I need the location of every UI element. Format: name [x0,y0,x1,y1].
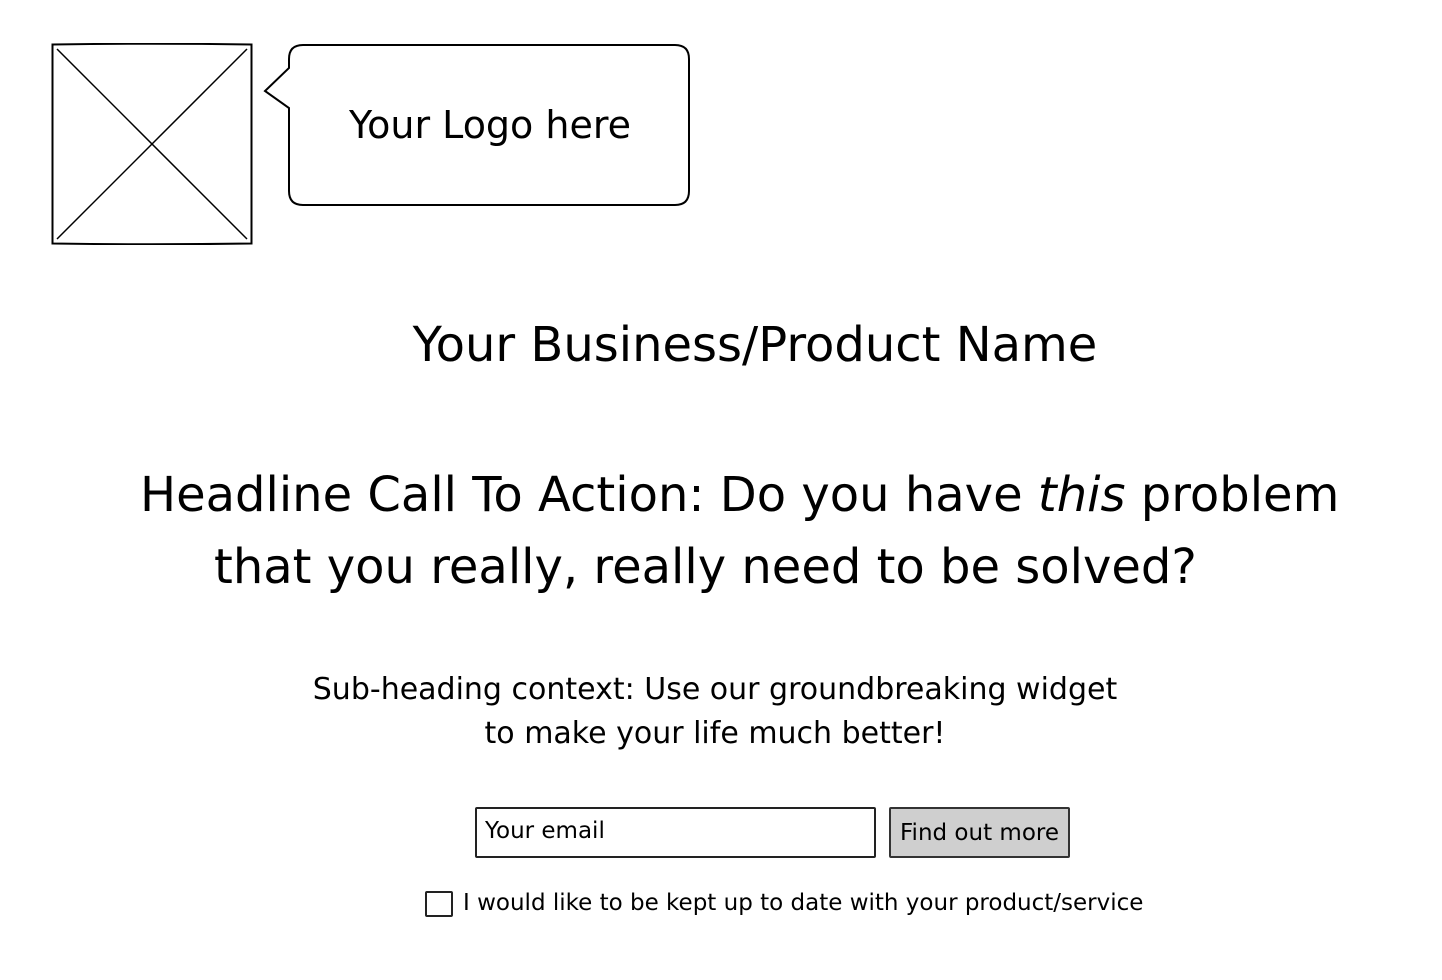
headline-text-end: problem [1125,467,1340,523]
logo-callout: Your Logo here [262,44,692,208]
headline-call-to-action: Headline Call To Action: Do you have thi… [140,459,1370,603]
headline-emphasis: this [1037,467,1126,523]
subheading: Sub-heading context: Use our groundbreak… [250,668,1180,756]
logo-callout-text: Your Logo here [348,103,632,147]
subheading-line-1: Sub-heading context: Use our groundbreak… [312,672,1118,707]
business-name: Your Business/Product Name [412,317,1098,373]
logo-image-placeholder [51,43,253,245]
email-input[interactable] [475,807,876,858]
optin-label: I would like to be kept up to date with … [463,890,1144,916]
headline-line-2: that you really, really need to be solve… [214,539,1197,595]
headline-text-start: Headline Call To Action: Do you have [140,467,1038,523]
optin-checkbox[interactable] [425,891,453,917]
image-placeholder-icon [51,43,253,245]
find-out-more-button[interactable]: Find out more [889,807,1070,858]
subheading-line-2: to make your life much better! [484,716,946,751]
